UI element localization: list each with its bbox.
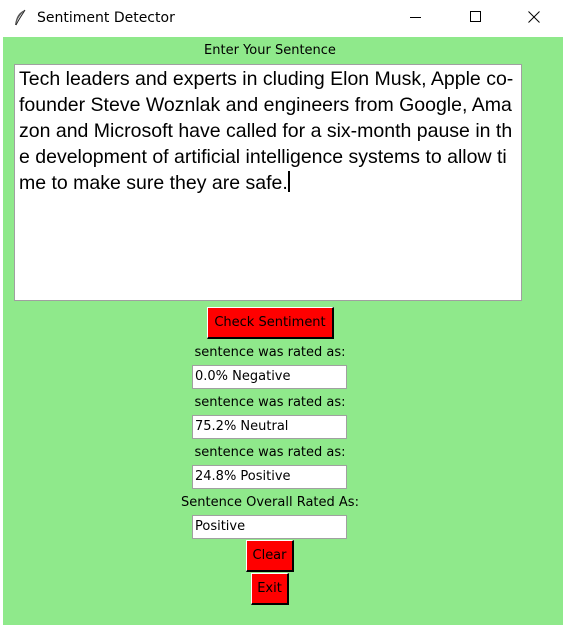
maximize-button[interactable]	[453, 0, 499, 37]
title-bar: Sentiment Detector	[0, 0, 563, 37]
minimize-icon	[410, 10, 422, 28]
app-window: Sentiment Detector Enter Your Sentence T…	[0, 0, 563, 625]
prompt-label: Enter Your Sentence	[204, 43, 336, 58]
close-icon	[528, 10, 540, 28]
feather-icon	[13, 9, 27, 27]
minimize-button[interactable]	[393, 0, 439, 37]
text-cursor	[287, 171, 290, 192]
negative-result-label: sentence was rated as:	[194, 345, 346, 360]
close-button[interactable]	[511, 0, 557, 37]
clear-button[interactable]: Clear	[246, 540, 294, 572]
neutral-result-label: sentence was rated as:	[194, 395, 346, 410]
overall-result-label: Sentence Overall Rated As:	[181, 495, 359, 510]
sentence-textarea[interactable]: Tech leaders and experts in cluding Elon…	[14, 64, 522, 301]
main-panel: Enter Your Sentence Tech leaders and exp…	[3, 37, 563, 625]
negative-result-field[interactable]: 0.0% Negative	[192, 365, 347, 389]
check-sentiment-button[interactable]: Check Sentiment	[207, 307, 334, 339]
positive-result-label: sentence was rated as:	[194, 445, 346, 460]
neutral-result-field[interactable]: 75.2% Neutral	[192, 415, 347, 439]
positive-result-field[interactable]: 24.8% Positive	[192, 465, 347, 489]
exit-button[interactable]: Exit	[251, 573, 289, 605]
overall-result-field[interactable]: Positive	[192, 515, 347, 539]
sentence-text: Tech leaders and experts in cluding Elon…	[19, 68, 514, 194]
maximize-icon	[470, 10, 482, 28]
window-title: Sentiment Detector	[37, 10, 175, 26]
